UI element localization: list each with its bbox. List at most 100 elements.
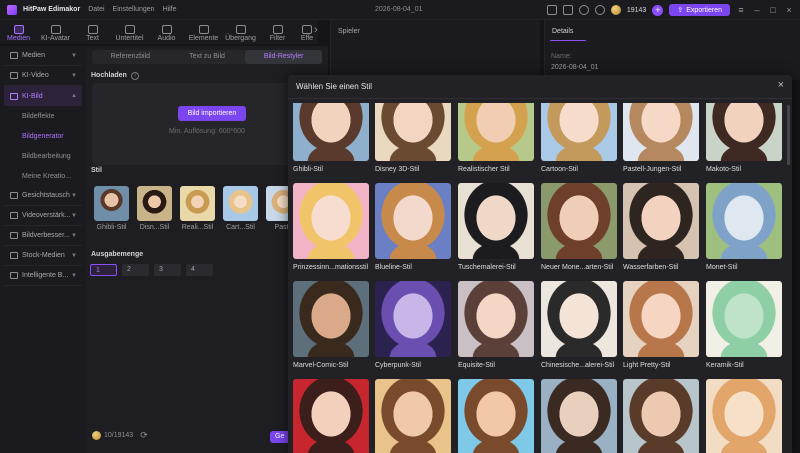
style-card[interactable]: Light Pretty-Stil (623, 281, 699, 369)
style-card[interactable]: Marvel-Comic-Stil (293, 281, 369, 369)
menu-file[interactable]: Datei (88, 6, 104, 13)
user-icon[interactable] (594, 5, 605, 15)
sidebar-item-smart-b[interactable]: Intelligente B... ▼ (4, 266, 82, 286)
style-card[interactable]: Neuer Mone...arten-Stil (541, 183, 617, 271)
style-card[interactable]: 3D-Ära-Stil (541, 379, 617, 453)
details-tab-underline (550, 40, 586, 41)
tab-media-label: Medien (7, 35, 30, 42)
sidebar-sub-image-editing[interactable]: Bildbearbeitung (22, 146, 86, 166)
export-button[interactable]: ⇪ Exportieren (669, 4, 730, 16)
close-window-icon[interactable]: × (784, 5, 794, 15)
style-card[interactable]: Chinesischer Stil (293, 379, 369, 453)
dialog-scrollbar[interactable] (787, 105, 790, 165)
style-card[interactable]: 3D-Ton-Stil (375, 379, 451, 453)
refresh-icon[interactable]: ⟳ (140, 430, 148, 441)
transition-icon (235, 25, 246, 34)
sidebar-item-stock-media[interactable]: Stock-Medien ▼ (4, 246, 82, 266)
style-thumb[interactable]: Ghibli-Stil (94, 186, 129, 231)
style-card[interactable]: Equisite-Stil (458, 281, 534, 369)
sidebar-item-ai-video[interactable]: KI-Video ▼ (4, 66, 82, 86)
minimize-icon[interactable]: – (752, 5, 762, 15)
tab-elements[interactable]: Elemente (185, 25, 222, 44)
style-thumb[interactable]: Cart...Stil (223, 186, 258, 231)
close-icon[interactable]: × (778, 79, 784, 91)
sidebar-item-image-enhancer[interactable]: Bildverbesser... ▼ (4, 226, 82, 246)
tab-transition[interactable]: Übergang (222, 25, 259, 44)
tab-audio[interactable]: Audio (148, 25, 185, 44)
style-thumb-image (223, 186, 258, 221)
style-card[interactable]: Pastell-Jungen-Stil (623, 103, 699, 173)
style-card[interactable]: Monet-Stil (706, 183, 782, 271)
style-card[interactable]: Wasserfarben-Stil (623, 183, 699, 271)
style-card-image (541, 183, 617, 259)
tab-image-restyler[interactable]: Bild-Restyler (245, 50, 323, 64)
style-card[interactable]: Ghibli-Stil (293, 103, 369, 173)
output-option-1[interactable]: 1 (90, 264, 117, 276)
sidebar-item-media[interactable]: Medien ▼ (4, 46, 82, 66)
toolbar-next-arrow-icon[interactable]: › (314, 24, 318, 36)
style-card[interactable]: Disney 3D-Stil (375, 103, 451, 173)
style-card[interactable]: Keramik-Stil (706, 281, 782, 369)
sidebar-sub-image-effects[interactable]: Bildeffekte (22, 106, 86, 126)
style-card-image (541, 103, 617, 161)
style-thumb-image (94, 186, 129, 221)
sidebar-item-ai-image[interactable]: KI-Bild ▲ (4, 86, 82, 106)
style-card[interactable]: Prinzessinn...mationsstil (293, 183, 369, 271)
style-card-image (706, 379, 782, 453)
sidebar-item-face-swap[interactable]: Gesichtstausch ▼ (4, 186, 82, 206)
menu-settings[interactable]: Einstellungen (113, 6, 155, 13)
tab-text[interactable]: Text (74, 25, 111, 44)
folder-icon (10, 52, 18, 59)
style-card[interactable]: Cyberpunk-Stil (375, 281, 451, 369)
style-card[interactable]: Blueline-Stil (375, 183, 451, 271)
style-card[interactable]: 3D-Film-Stil (623, 379, 699, 453)
media-icon (13, 25, 24, 34)
maximize-icon[interactable]: □ (768, 5, 778, 15)
style-card-label: Blueline-Stil (375, 264, 412, 271)
dialog-divider (288, 98, 792, 99)
style-card[interactable]: Cartoon-Stil (541, 103, 617, 173)
import-image-button[interactable]: Bild importieren (178, 106, 246, 121)
details-panel (544, 20, 800, 80)
tab-subtitles[interactable]: Untertitel (111, 25, 148, 44)
tab-text-to-image[interactable]: Text zu Bild (169, 50, 246, 64)
output-option-3[interactable]: 3 (154, 264, 181, 276)
style-card[interactable]: Realistischer Stil (458, 103, 534, 173)
tab-media[interactable]: Medien (0, 25, 37, 44)
save-icon[interactable] (562, 5, 573, 15)
download-icon[interactable] (578, 5, 589, 15)
output-option-2[interactable]: 2 (122, 264, 149, 276)
style-card[interactable]: Chinesische...alerei-Stil (541, 281, 617, 369)
style-card[interactable]: Bubble-Ton-Stil (458, 379, 534, 453)
tab-filter[interactable]: Filter (259, 25, 296, 44)
tab-ai-avatar[interactable]: KI-Avatar (37, 25, 74, 44)
tab-details[interactable]: Details (552, 28, 573, 35)
style-card-image (293, 103, 369, 161)
style-card-label: Neuer Mone...arten-Stil (541, 264, 614, 271)
menu-icon[interactable]: ≡ (736, 5, 746, 15)
style-card[interactable]: 3D-Puppen-Stil (706, 379, 782, 453)
menu-help[interactable]: Hilfe (163, 6, 177, 13)
sidebar-sub-image-generator[interactable]: Bildgenerator (22, 126, 86, 146)
style-card[interactable]: Tuschemalerei-Stil (458, 183, 534, 271)
upload-heading: Hochladen (91, 72, 127, 79)
info-icon[interactable]: i (131, 72, 139, 80)
sidebar-sub-my-creations[interactable]: Meine Kreatio... (22, 166, 86, 186)
sidebar-item-video-enhancer[interactable]: Videoverstärk... ▼ (4, 206, 82, 226)
tab-text-label: Text (86, 35, 99, 42)
style-card-label: Wasserfarben-Stil (623, 264, 679, 271)
app-window: HitPaw Edimakor Datei Einstellungen Hilf… (0, 0, 800, 453)
image-icon (10, 92, 18, 100)
add-credits-button[interactable]: + (652, 4, 664, 16)
document-title: 2026-08-04_01 (375, 6, 423, 13)
style-thumb[interactable]: Reali...Stil (180, 186, 215, 231)
style-heading: Stil (91, 167, 102, 174)
chevron-down-icon: ▼ (71, 192, 77, 199)
style-card-label: Prinzessinn...mationsstil (293, 264, 369, 271)
layout-icon[interactable] (546, 5, 557, 15)
output-option-4[interactable]: 4 (186, 264, 213, 276)
tab-reference-image[interactable]: Referenzbild (92, 50, 169, 64)
video-icon (10, 72, 18, 79)
style-thumb[interactable]: Disn...Stil (137, 186, 172, 231)
style-card[interactable]: Makoto-Stil (706, 103, 782, 173)
